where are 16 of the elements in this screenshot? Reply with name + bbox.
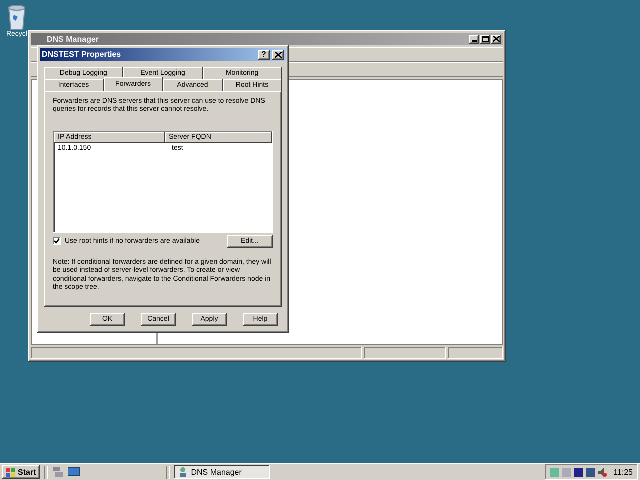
start-button[interactable]: Start [2,465,40,479]
taskbar-button[interactable]: DNS Manager [174,465,270,479]
windows-logo [6,468,16,476]
dialog-title: DNSTEST Properties [42,50,122,59]
minimize-button[interactable] [469,34,479,44]
help-button[interactable]: ? [258,50,270,60]
maximize-button[interactable] [480,34,490,44]
checkbox[interactable] [53,237,61,246]
speaker-icon[interactable] [598,468,607,476]
recycle-bin-icon[interactable] [6,3,28,31]
status-pane [448,347,503,359]
close-button[interactable] [491,34,501,44]
desktop-icon[interactable] [68,467,80,477]
clock: 11:25 [614,468,633,476]
app-icon [179,467,188,477]
window-title: DNS Manager [47,34,100,44]
